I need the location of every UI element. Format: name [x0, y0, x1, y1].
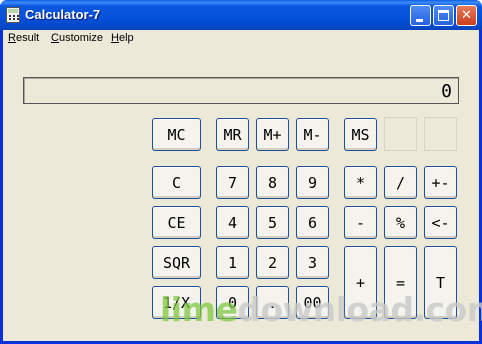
digit-3-button[interactable]: 3	[296, 246, 329, 279]
digit-8-label: 8	[267, 173, 278, 192]
mr-button[interactable]: MR	[216, 118, 249, 151]
negate-button[interactable]: +-	[424, 166, 457, 199]
digit-9-label: 9	[307, 173, 318, 192]
menu-result[interactable]: Result	[8, 32, 39, 44]
result-display: 0	[23, 77, 459, 104]
menu-result-mnemonic: R	[8, 32, 16, 44]
digit-3-label: 3	[307, 253, 318, 272]
digit-8-button[interactable]: 8	[256, 166, 289, 199]
close-button[interactable]: ✕	[456, 5, 477, 26]
clear-label: C	[171, 173, 182, 192]
title-bar[interactable]: Calculator-7 ✕	[0, 0, 482, 30]
close-icon: ✕	[461, 8, 472, 23]
memory-slot-2	[424, 117, 457, 151]
clear-button[interactable]: C	[152, 166, 201, 199]
mc-button[interactable]: MC	[152, 118, 201, 151]
watermark-rest: download.com	[237, 290, 482, 329]
menu-help[interactable]: Help	[111, 32, 134, 44]
sqr-button[interactable]: SQR	[152, 246, 201, 279]
mc-label: MC	[167, 125, 186, 144]
digit-2-button[interactable]: 2	[256, 246, 289, 279]
multiply-button[interactable]: *	[344, 166, 377, 199]
backspace-button[interactable]: <-	[424, 206, 457, 239]
memory-slot-1	[384, 117, 417, 151]
m-plus-button[interactable]: M+	[256, 118, 289, 151]
digit-2-label: 2	[267, 253, 278, 272]
digit-1-label: 1	[227, 253, 238, 272]
digit-5-button[interactable]: 5	[256, 206, 289, 239]
calculator-window: Calculator-7 ✕ Result Customize Help 0 M…	[0, 0, 482, 344]
negate-label: +-	[431, 173, 450, 192]
m-plus-label: M+	[263, 125, 282, 144]
total-label: T	[435, 273, 446, 292]
multiply-label: *	[355, 173, 366, 192]
maximize-icon	[438, 10, 449, 21]
menu-help-mnemonic: H	[111, 32, 119, 44]
clear-entry-button[interactable]: CE	[152, 206, 201, 239]
digit-4-button[interactable]: 4	[216, 206, 249, 239]
percent-label: %	[395, 213, 406, 232]
digit-5-label: 5	[267, 213, 278, 232]
calculator-icon	[6, 7, 20, 23]
digit-7-label: 7	[227, 173, 238, 192]
plus-label: +	[355, 273, 366, 292]
watermark: limedownload.com	[160, 290, 482, 329]
digit-4-label: 4	[227, 213, 238, 232]
digit-1-button[interactable]: 1	[216, 246, 249, 279]
ms-button[interactable]: MS	[344, 118, 377, 151]
m-minus-button[interactable]: M-	[296, 118, 329, 151]
minimize-icon	[416, 19, 423, 22]
minus-button[interactable]: -	[344, 206, 377, 239]
equals-label: =	[395, 273, 406, 292]
digit-7-button[interactable]: 7	[216, 166, 249, 199]
minimize-button[interactable]	[410, 5, 431, 26]
percent-button[interactable]: %	[384, 206, 417, 239]
maximize-button[interactable]	[433, 5, 454, 26]
menu-bar: Result Customize Help	[3, 30, 479, 48]
menu-customize-mnemonic: C	[51, 32, 59, 44]
minus-label: -	[355, 213, 366, 232]
display-value: 0	[441, 81, 453, 102]
digit-6-button[interactable]: 6	[296, 206, 329, 239]
mr-label: MR	[223, 125, 242, 144]
watermark-lime: lime	[160, 290, 238, 329]
menu-customize[interactable]: Customize	[51, 32, 103, 44]
menu-result-label: esult	[15, 32, 40, 44]
ms-label: MS	[351, 125, 370, 144]
divide-button[interactable]: /	[384, 166, 417, 199]
menu-customize-label: ustomize	[58, 32, 103, 44]
clear-entry-label: CE	[167, 213, 186, 232]
m-minus-label: M-	[303, 125, 322, 144]
window-title: Calculator-7	[25, 7, 101, 22]
backspace-label: <-	[431, 213, 450, 232]
digit-6-label: 6	[307, 213, 318, 232]
digit-9-button[interactable]: 9	[296, 166, 329, 199]
divide-label: /	[395, 173, 406, 192]
sqr-label: SQR	[162, 253, 191, 272]
menu-help-label: elp	[118, 32, 134, 44]
